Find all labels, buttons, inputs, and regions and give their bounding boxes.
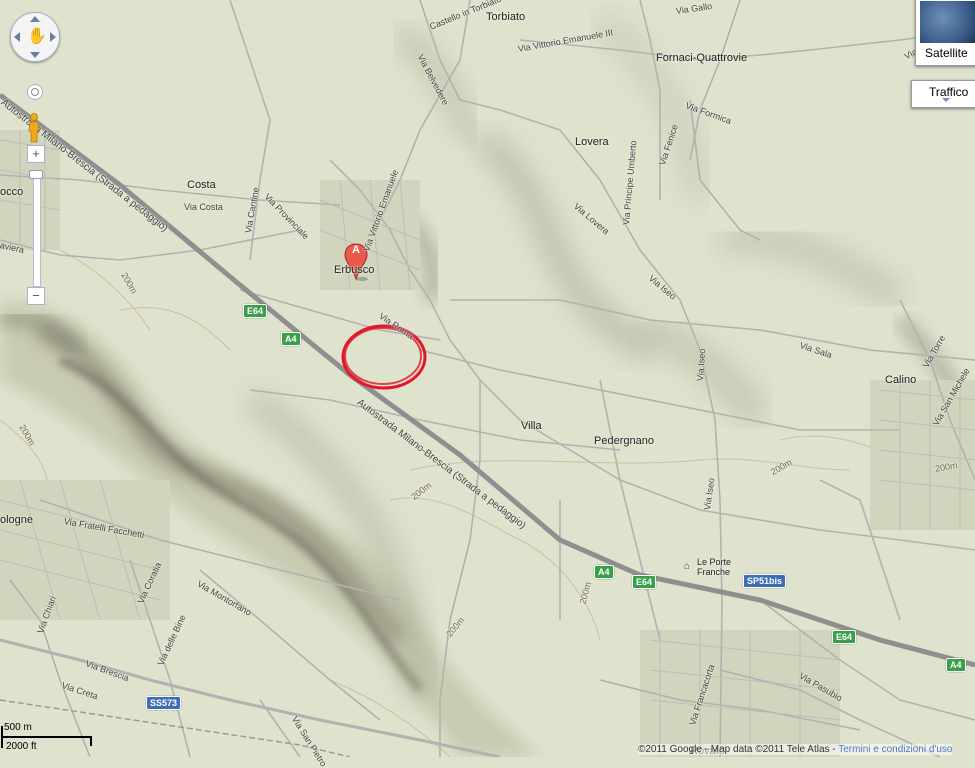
scale-tick [1,726,3,748]
attribution-text: ©2011 Google - Map data ©2011 Tele Atlas… [638,744,836,755]
traffic-label: Traffico [929,85,969,99]
pegman-icon[interactable] [28,113,40,143]
shield-e64: E64 [243,304,268,318]
pan-right-icon[interactable] [50,32,56,42]
scale-line [1,736,91,738]
marker-label: A [352,244,360,256]
place-cologne-partial: ologne [0,514,34,526]
place-fornaci-quattrovie: Fornaci-Quattrovie [656,52,748,64]
place-villa: Villa [521,420,542,432]
place-pedergnano: Pedergnano [594,435,654,447]
shield-ss573: SS573 [146,696,182,710]
pan-left-icon[interactable] [14,32,20,42]
shield-e64: E64 [632,575,657,589]
place-erbusco: Erbusco [334,264,375,276]
place-rocco-partial: occo [0,186,24,198]
shield-a4: A4 [281,332,301,346]
zoom-slider-track[interactable] [33,175,41,287]
zoom-in-button[interactable]: + [27,145,45,163]
zoom-slider-handle[interactable] [29,170,43,179]
place-calino: Calino [885,374,917,386]
place-le-porte-franche: Le Porte Franche [697,557,732,577]
zoom-out-button[interactable]: − [27,287,45,305]
hand-icon: ✋ [27,28,47,45]
pan-down-icon[interactable] [30,52,40,58]
place-torbiato: Torbiato [486,11,526,23]
street-label: Via Costa [184,202,223,212]
shield-a4: A4 [946,658,966,672]
scale-metric: 500 m [4,722,32,733]
reset-view-button[interactable] [27,84,43,100]
pan-control[interactable]: ✋ [10,12,60,62]
shield-sp51bis: SP51bis [743,574,787,588]
place-costa: Costa [187,179,216,191]
map-canvas[interactable] [0,0,975,757]
terms-link[interactable]: Termini e condizioni d'uso [838,744,952,755]
scale-imperial: 2000 ft [6,741,37,752]
pan-up-icon[interactable] [30,16,40,22]
scale-bar: 500 m 2000 ft [0,722,100,756]
shield-a4: A4 [594,565,614,579]
shield-e64: E64 [832,630,857,644]
traffic-toggle-button[interactable]: Traffico [911,80,975,108]
place-lovera: Lovera [575,136,609,148]
reset-view-icon [31,88,39,96]
le-porte-franche-icon: ⌂ [684,561,691,572]
chevron-down-icon [942,98,950,102]
attribution: ©2011 Google - Map data ©2011 Tele Atlas… [638,744,953,755]
satellite-thumbnail [920,1,975,43]
satellite-map-type-button[interactable]: Satellite [915,0,975,66]
satellite-label: Satellite [925,46,968,60]
scale-tick [90,736,92,746]
